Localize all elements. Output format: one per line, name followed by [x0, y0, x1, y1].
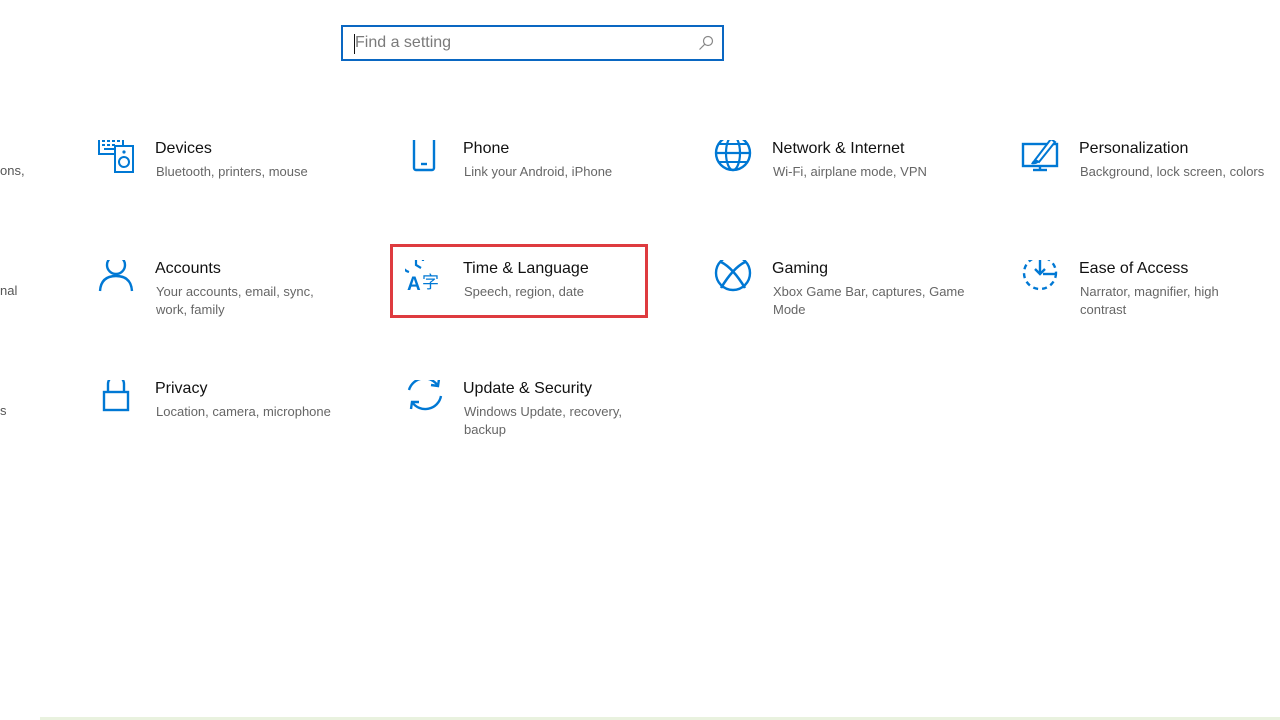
tile-title: Devices: [155, 140, 212, 157]
tile-privacy[interactable]: Privacy Location, camera, microphone: [97, 380, 357, 440]
cutoff-text-row-2: nal: [0, 283, 18, 298]
highlight-box: [390, 244, 648, 318]
globe-icon: [714, 140, 752, 172]
tile-title: Personalization: [1079, 140, 1189, 157]
tile-network-internet[interactable]: Network & Internet Wi-Fi, airplane mode,…: [714, 140, 974, 200]
cutoff-text-row-3: s: [0, 403, 7, 418]
tile-phone[interactable]: Phone Link your Android, iPhone: [405, 140, 645, 200]
tile-description: Narrator, magnifier, high contrast: [1080, 284, 1219, 317]
tile-description: Xbox Game Bar, captures, Game Mode: [773, 284, 965, 317]
tile-description: Location, camera, microphone: [156, 404, 331, 419]
tile-description: Bluetooth, printers, mouse: [156, 164, 308, 179]
tile-ease-of-access[interactable]: Ease of Access Narrator, magnifier, high…: [1021, 260, 1280, 320]
tile-description: Background, lock screen, colors: [1080, 164, 1265, 179]
search-input[interactable]: [355, 27, 685, 59]
tile-devices[interactable]: Devices Bluetooth, printers, mouse: [97, 140, 337, 200]
tile-gaming[interactable]: Gaming Xbox Game Bar, captures, Game Mod…: [714, 260, 974, 320]
settings-home: ons, nal s Devices Bluetooth, printers, …: [0, 0, 1280, 720]
tile-update-security[interactable]: Update & Security Windows Update, recove…: [405, 380, 645, 440]
person-icon: [98, 260, 134, 292]
search-box[interactable]: [341, 25, 724, 61]
tile-title: Ease of Access: [1079, 260, 1189, 277]
tile-title: Privacy: [155, 380, 208, 397]
tile-personalization[interactable]: Personalization Background, lock screen,…: [1021, 140, 1280, 200]
tile-description: Your accounts, email, sync, work, family: [156, 284, 314, 317]
xbox-icon: [714, 260, 752, 292]
tile-title: Gaming: [772, 260, 829, 277]
refresh-icon: [407, 380, 443, 411]
devices-icon: [98, 140, 134, 173]
tile-title: Network & Internet: [772, 140, 905, 157]
tile-description: Wi-Fi, airplane mode, VPN: [773, 164, 927, 179]
paint-icon: [1021, 140, 1059, 172]
ease-of-access-icon: [1022, 260, 1058, 291]
tile-title: Update & Security: [463, 380, 592, 397]
lock-icon: [102, 380, 130, 412]
tile-description: Link your Android, iPhone: [464, 164, 613, 179]
tile-accounts[interactable]: Accounts Your accounts, email, sync, wor…: [97, 260, 337, 320]
tile-title: Accounts: [155, 260, 221, 277]
tile-title: Phone: [463, 140, 510, 157]
search-icon[interactable]: [698, 35, 714, 51]
cutoff-text-row-1: ons,: [0, 163, 25, 178]
tile-description: Windows Update, recovery, backup: [464, 404, 622, 437]
phone-icon: [412, 140, 436, 172]
